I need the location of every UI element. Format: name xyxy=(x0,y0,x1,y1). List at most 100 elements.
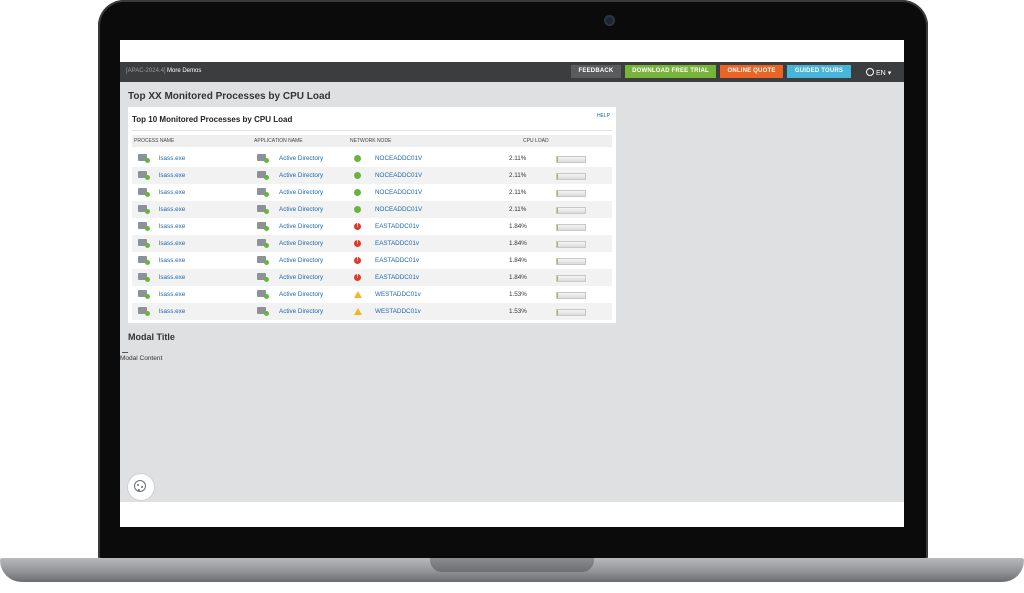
status-critical-icon: ! xyxy=(354,223,361,230)
network-node-link[interactable]: EASTADDC01v xyxy=(375,257,419,264)
status-up-icon xyxy=(354,206,361,213)
process-icon xyxy=(138,256,150,265)
network-node-link[interactable]: EASTADDC01v xyxy=(375,274,419,281)
network-node-link[interactable]: NOCEADDC01V xyxy=(375,172,422,179)
application-name-link[interactable]: Active Directory xyxy=(279,291,323,298)
application-name-link[interactable]: Active Directory xyxy=(279,189,323,196)
globe-icon xyxy=(866,68,874,76)
process-name-link[interactable]: lsass.exe xyxy=(159,172,185,179)
download-free-trial-button[interactable]: DOWNLOAD FREE TRIAL xyxy=(625,65,716,78)
application-icon xyxy=(257,171,269,180)
divider xyxy=(132,130,612,131)
status-up-icon xyxy=(354,189,361,196)
status-up-icon xyxy=(354,172,361,179)
cpu-load-bar xyxy=(556,258,586,265)
status-up-icon xyxy=(354,155,361,162)
language-selector[interactable]: EN ▾ xyxy=(866,68,891,77)
table-row: lsass.exe Active Directory WESTADDC01v 1.53… xyxy=(132,303,612,320)
table-row: lsass.exe Active Directory! EASTADDC01v 1.8… xyxy=(132,269,612,286)
network-node-link[interactable]: NOCEADDC01V xyxy=(375,189,422,196)
application-icon xyxy=(257,239,269,248)
cpu-load-value: 1.53% xyxy=(509,308,527,315)
process-name-link[interactable]: lsass.exe xyxy=(159,189,185,196)
process-name-link[interactable]: lsass.exe xyxy=(159,155,185,162)
application-name-link[interactable]: Active Directory xyxy=(279,240,323,247)
table-row: lsass.exe Active Directory NOCEADDC01V 2.11… xyxy=(132,184,612,201)
application-name-link[interactable]: Active Directory xyxy=(279,308,323,315)
process-name-link[interactable]: lsass.exe xyxy=(159,257,185,264)
cpu-load-value: 1.84% xyxy=(509,274,527,281)
cookie-settings-button[interactable] xyxy=(128,474,154,500)
page-title: Top XX Monitored Processes by CPU Load xyxy=(128,91,331,102)
network-node-link[interactable]: WESTADDC01v xyxy=(375,308,421,315)
cookie-icon xyxy=(134,480,146,492)
online-quote-button[interactable]: ONLINE QUOTE xyxy=(720,65,783,78)
top-bar: [APAC-2024.4] More Demos FEEDBACK DOWNLO… xyxy=(120,62,904,82)
application-name-link[interactable]: Active Directory xyxy=(279,274,323,281)
modal-close-icon[interactable] xyxy=(122,349,128,353)
process-name-link[interactable]: lsass.exe xyxy=(159,291,185,298)
table-row: lsass.exe Active Directory WESTADDC01v 1.53… xyxy=(132,286,612,303)
table-row: lsass.exe Active Directory! EASTADDC01v 1.8… xyxy=(132,235,612,252)
cpu-load-bar-fill xyxy=(557,242,558,247)
process-name-link[interactable]: lsass.exe xyxy=(159,240,185,247)
application-name-link[interactable]: Active Directory xyxy=(279,257,323,264)
process-name-link[interactable]: lsass.exe xyxy=(159,223,185,230)
application-icon xyxy=(257,290,269,299)
modal-content: Modal Content xyxy=(120,355,163,362)
process-name-link[interactable]: lsass.exe xyxy=(159,274,185,281)
status-warning-icon xyxy=(354,291,362,298)
network-node-link[interactable]: EASTADDC01v xyxy=(375,240,419,247)
language-label: EN xyxy=(876,70,886,77)
cpu-load-bar-fill xyxy=(557,276,558,281)
network-node-link[interactable]: NOCEADDC01V xyxy=(375,155,422,162)
cpu-load-bar xyxy=(556,275,586,282)
feedback-button[interactable]: FEEDBACK xyxy=(571,65,621,78)
cpu-load-value: 2.11% xyxy=(509,189,527,196)
help-link[interactable]: HELP xyxy=(597,113,610,119)
column-header-node: NETWORK NODE xyxy=(350,138,392,144)
cpu-load-bar xyxy=(556,156,586,163)
status-critical-icon: ! xyxy=(354,274,361,281)
cpu-load-bar-fill xyxy=(557,225,558,230)
guided-tours-button[interactable]: GUIDED TOURS xyxy=(787,65,851,78)
application-icon xyxy=(257,188,269,197)
application-icon xyxy=(257,273,269,282)
cpu-load-bar xyxy=(556,241,586,248)
application-icon xyxy=(257,256,269,265)
application-name-link[interactable]: Active Directory xyxy=(279,172,323,179)
network-node-link[interactable]: WESTADDC01v xyxy=(375,291,421,298)
cpu-load-bar xyxy=(556,173,586,180)
application-name-link[interactable]: Active Directory xyxy=(279,155,323,162)
modal-title: Modal Title xyxy=(128,332,175,342)
process-name-link[interactable]: lsass.exe xyxy=(159,206,185,213)
process-icon xyxy=(138,290,150,299)
cpu-load-value: 2.11% xyxy=(509,172,527,179)
cpu-load-bar-fill xyxy=(557,208,558,213)
process-icon xyxy=(138,188,150,197)
cpu-load-value: 2.11% xyxy=(509,155,527,162)
application-name-link[interactable]: Active Directory xyxy=(279,223,323,230)
widget-title: Top 10 Monitored Processes by CPU Load xyxy=(132,115,293,124)
cpu-load-bar-fill xyxy=(557,174,558,179)
cpu-load-bar-fill xyxy=(557,259,558,264)
process-icon xyxy=(138,239,150,248)
screen: [APAC-2024.4] More Demos FEEDBACK DOWNLO… xyxy=(120,40,904,527)
network-node-link[interactable]: EASTADDC01v xyxy=(375,223,419,230)
process-icon xyxy=(138,222,150,231)
application-name-link[interactable]: Active Directory xyxy=(279,206,323,213)
application-icon xyxy=(257,205,269,214)
cpu-load-bar-fill xyxy=(557,191,558,196)
status-critical-icon: ! xyxy=(354,257,361,264)
table-header: PROCESS NAME APPLICATION NAME NETWORK NO… xyxy=(132,135,612,147)
network-node-link[interactable]: NOCEADDC01V xyxy=(375,206,422,213)
cpu-load-bar xyxy=(556,190,586,197)
laptop-frame: [APAC-2024.4] More Demos FEEDBACK DOWNLO… xyxy=(0,0,1024,593)
status-critical-icon: ! xyxy=(354,240,361,247)
chevron-down-icon: ▾ xyxy=(887,70,892,77)
process-icon xyxy=(138,273,150,282)
process-name-link[interactable]: lsass.exe xyxy=(159,308,185,315)
camera-icon xyxy=(604,15,615,26)
more-demos-link[interactable]: More Demos xyxy=(167,68,201,74)
cpu-load-value: 1.84% xyxy=(509,240,527,247)
